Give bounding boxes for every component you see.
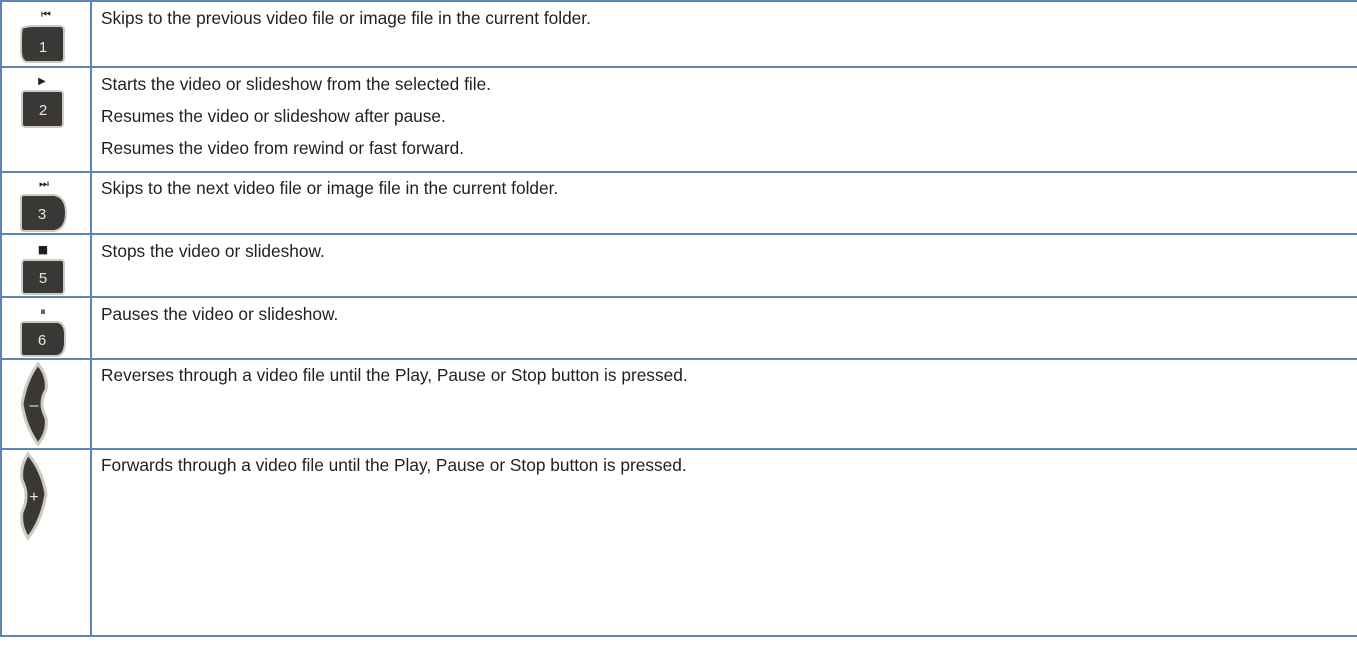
svg-text:2: 2	[39, 102, 47, 119]
description-cell: Reverses through a video file until the …	[90, 358, 1357, 450]
description-text: Stops the video or slideshow.	[101, 241, 325, 261]
svg-text:5: 5	[39, 270, 47, 287]
plus-icon: +	[20, 451, 48, 541]
stop-icon: ■ 5	[21, 243, 65, 295]
description-text: Skips to the previous video file or imag…	[101, 8, 591, 28]
svg-text:–: –	[30, 397, 39, 414]
key-cell: ⏮ 1	[0, 0, 92, 68]
svg-text:⏸: ⏸	[40, 305, 46, 318]
svg-text:6: 6	[38, 332, 46, 349]
svg-text:⏮: ⏮	[41, 8, 51, 21]
description-text: Resumes the video or slideshow after pau…	[101, 106, 446, 126]
description-cell: Starts the video or slideshow from the s…	[90, 66, 1357, 173]
svg-text:■: ■	[38, 243, 48, 256]
skip-previous-icon: ⏮ 1	[20, 8, 65, 63]
description-cell: Skips to the next video file or image fi…	[90, 171, 1357, 235]
minus-icon: –	[20, 361, 48, 447]
description-text: Resumes the video from rewind or fast fo…	[101, 138, 465, 158]
key-cell: ■ 5	[0, 233, 92, 298]
description-cell: Pauses the video or slideshow.	[90, 296, 1357, 360]
description-text: Forwards through a video file until the …	[101, 455, 687, 475]
key-cell: +	[0, 448, 92, 637]
description-text: Reverses through a video file until the …	[101, 365, 688, 385]
key-cell: ⏸ 6	[0, 296, 92, 360]
svg-text:▶: ▶	[38, 76, 46, 87]
description-cell: Skips to the previous video file or imag…	[90, 0, 1357, 68]
svg-text:1: 1	[39, 39, 47, 56]
skip-next-icon: ⏭ 3	[20, 177, 68, 232]
description-cell: Forwards through a video file until the …	[90, 448, 1357, 637]
key-cell: ⏭ 3	[0, 171, 92, 235]
description-text: Pauses the video or slideshow.	[101, 304, 339, 324]
description-text: Starts the video or slideshow from the s…	[101, 74, 491, 94]
svg-text:3: 3	[38, 206, 46, 223]
remote-button-table: ⏮ 1 Skips to the previous video file or …	[0, 0, 1357, 648]
play-icon: ▶ 2	[21, 76, 64, 128]
pause-icon: ⏸ 6	[20, 305, 66, 357]
key-cell: –	[0, 358, 92, 450]
description-cell: Stops the video or slideshow.	[90, 233, 1357, 298]
svg-text:⏭: ⏭	[39, 177, 49, 190]
svg-text:+: +	[29, 489, 38, 506]
description-text: Skips to the next video file or image fi…	[101, 178, 559, 198]
key-cell: ▶ 2	[0, 66, 92, 173]
